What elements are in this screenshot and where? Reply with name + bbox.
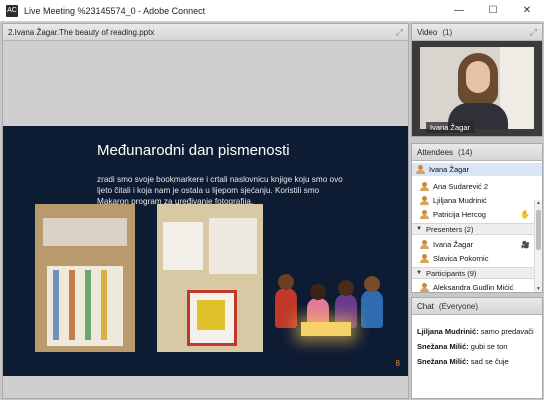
attendees-pod-title: Attendees <box>417 147 454 157</box>
attendee-name: Ljiljana Mudrinić <box>433 196 487 205</box>
self-attendee-row[interactable]: Ivana Žagar <box>412 163 542 176</box>
slide-number: 8 <box>395 359 400 368</box>
attendee-name: Ivana Žagar <box>433 240 474 249</box>
chat-pod-title: Chat <box>417 301 434 311</box>
reading-children-illustration <box>271 234 391 344</box>
attendee-row[interactable]: Ana Sudarević 2 <box>412 180 534 193</box>
scroll-thumb[interactable] <box>536 210 541 250</box>
group-label: Participants (9) <box>425 268 477 278</box>
presenters-group-header[interactable]: ▼ Presenters (2) <box>412 223 534 235</box>
attendee-row[interactable]: Ivana Žagar 🎥 <box>412 238 534 251</box>
chat-message: Ljiljana Mudrinić: samo predavači <box>417 327 537 337</box>
chat-sender: Snežana Milić: <box>417 357 469 366</box>
share-pod-header: 2.Ivana Žagar.The beauty of reading.pptx… <box>3 24 408 41</box>
adobe-connect-logo-icon: AC <box>6 4 18 17</box>
attendee-row[interactable]: Slavica Pokornic <box>412 252 534 265</box>
maximize-pod-icon[interactable]: ⤢ <box>396 27 403 38</box>
participant-person-icon <box>420 283 429 292</box>
chat-pod-header: Chat (Everyone) <box>412 298 542 315</box>
video-count: (1) <box>442 27 453 37</box>
presentation-slide: Međunarodni dan pismenosti zradi smo svo… <box>3 126 408 376</box>
camera-name-label: Ivana Žagar <box>426 122 475 133</box>
attendee-name: Patricija Hercog <box>433 210 486 219</box>
slide-heading: Međunarodni dan pismenosti <box>97 142 290 159</box>
chat-text: sad se čuje <box>470 357 509 366</box>
participants-group-header[interactable]: ▼ Participants (9) <box>412 267 534 279</box>
attendee-row[interactable]: Ljiljana Mudrinić <box>412 194 534 207</box>
attendees-pod: Attendees (14) Ivana Žagar Ana Sudarević… <box>411 143 543 293</box>
video-pod-header: Video (1) ⤢ <box>412 24 542 41</box>
webcam-image <box>420 47 534 129</box>
share-content-area: Međunarodni dan pismenosti zradi smo svo… <box>3 41 408 398</box>
raised-hand-icon: ✋ <box>520 210 530 219</box>
presenter-person-icon <box>420 240 429 249</box>
collapse-caret-icon: ▼ <box>416 270 422 276</box>
minimize-button[interactable]: — <box>442 0 476 22</box>
attendee-row[interactable]: Aleksandra Gudlin Mićić <box>412 281 534 294</box>
share-pod-title: 2.Ivana Žagar.The beauty of reading.pptx <box>8 27 155 37</box>
chat-text: gubi se ton <box>470 342 508 351</box>
scroll-down-icon[interactable]: ▼ <box>535 286 542 292</box>
attendees-pod-header: Attendees (14) <box>412 144 542 161</box>
host-person-icon <box>420 182 429 191</box>
attendee-list-scrollbar[interactable]: ▲ ▼ <box>534 200 542 292</box>
close-button[interactable]: ✕ <box>510 0 544 22</box>
chat-text: samo predavači <box>480 327 534 336</box>
window-title: Live Meeting %23145574_0 - Adobe Connect <box>24 5 206 16</box>
person-icon <box>416 165 425 174</box>
video-pod-title: Video <box>417 27 438 37</box>
group-label: Presenters (2) <box>425 224 474 234</box>
bookmarks-photo <box>35 204 135 352</box>
host-person-icon <box>420 196 429 205</box>
attendee-name: Slavica Pokornic <box>433 254 489 263</box>
attendees-count: (14) <box>458 147 473 157</box>
chat-messages: Ljiljana Mudrinić: samo predavači Snežan… <box>412 315 542 398</box>
chat-sender: Snežana Milić: <box>417 342 469 351</box>
share-pod: 2.Ivana Žagar.The beauty of reading.pptx… <box>2 23 409 399</box>
slide-body-text: zradi smo svoje bookmarkere i crtali nas… <box>97 175 343 206</box>
presenter-person-icon <box>420 254 429 263</box>
chat-message: Snežana Milić: gubi se ton <box>417 342 537 352</box>
maximize-button[interactable]: ☐ <box>476 0 510 22</box>
book-covers-photo <box>157 204 263 352</box>
attendee-list: Ivana Žagar Ana Sudarević 2 Ljiljana Mud… <box>412 161 542 292</box>
attendee-name: Ana Sudarević 2 <box>433 182 489 191</box>
attendee-row[interactable]: Patricija Hercog ✋ <box>412 208 534 221</box>
chat-message: Snežana Milić: sad se čuje <box>417 357 537 367</box>
chat-scope[interactable]: (Everyone) <box>439 302 478 311</box>
collapse-caret-icon: ▼ <box>416 226 422 232</box>
webcam-icon: 🎥 <box>521 241 530 249</box>
chat-sender: Ljiljana Mudrinić: <box>417 327 479 336</box>
chat-pod: Chat (Everyone) Ljiljana Mudrinić: samo … <box>411 297 543 399</box>
attendee-name: Aleksandra Gudlin Mićić <box>433 283 514 292</box>
scroll-up-icon[interactable]: ▲ <box>535 200 542 206</box>
video-pod: Video (1) ⤢ Ivana Žagar <box>411 23 543 137</box>
host-person-icon <box>420 210 429 219</box>
attendee-name: Ivana Žagar <box>429 165 470 174</box>
maximize-pod-icon[interactable]: ⤢ <box>530 27 537 38</box>
window-titlebar: AC Live Meeting %23145574_0 - Adobe Conn… <box>0 0 544 22</box>
